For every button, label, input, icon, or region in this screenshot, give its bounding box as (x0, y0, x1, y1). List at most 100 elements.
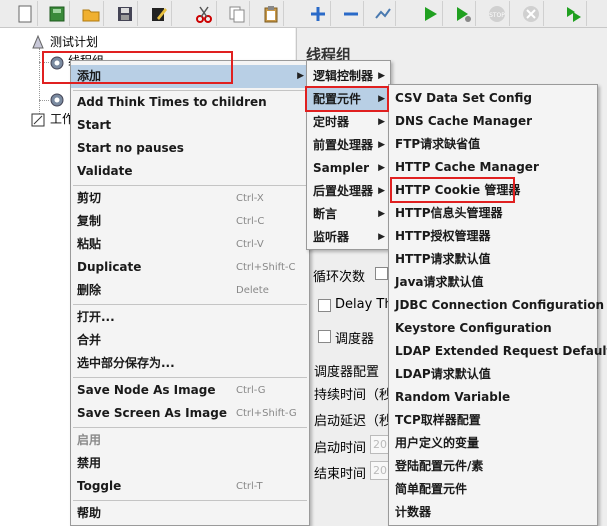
menu-shortcut: Ctrl-C (236, 216, 265, 227)
config-item-dns-cache[interactable]: DNS Cache Manager (389, 110, 597, 133)
menu-item-open[interactable]: 打开... (71, 306, 309, 329)
config-item-user-defined-vars[interactable]: 用户定义的变量 (389, 432, 597, 455)
menu-item-save-node-image[interactable]: Save Node As Image Ctrl-G (71, 379, 309, 402)
submenu-item-pre-processor[interactable]: 前置处理器 ▶ (307, 134, 390, 157)
menu-item-paste[interactable]: 粘贴 Ctrl-V (71, 233, 309, 256)
svg-text:STOP: STOP (489, 12, 505, 19)
submenu-item-post-processor[interactable]: 后置处理器 ▶ (307, 180, 390, 203)
test-plan-icon (32, 34, 44, 49)
menu-item-label: 后置处理器 (313, 184, 374, 198)
chevron-right-icon: ▶ (378, 71, 385, 81)
menu-item-merge[interactable]: 合并 (71, 329, 309, 352)
menu-shortcut: Ctrl-T (236, 481, 263, 492)
config-item-ldap-defaults[interactable]: LDAP请求默认值 (389, 363, 597, 386)
edit-icon[interactable] (146, 1, 172, 26)
menu-item-label: 配置元件 (313, 92, 362, 106)
submenu-item-logic-controller[interactable]: 逻辑控制器 ▶ (307, 65, 390, 88)
config-item-tcp-sampler-config[interactable]: TCP取样器配置 (389, 409, 597, 432)
menu-separator (73, 427, 307, 428)
menu-item-label: Save Screen As Image (77, 406, 227, 420)
menu-separator (73, 304, 307, 305)
config-item-jdbc[interactable]: JDBC Connection Configuration (389, 294, 604, 317)
start-icon[interactable] (417, 1, 443, 26)
submenu-item-sampler[interactable]: Sampler ▶ (307, 157, 390, 180)
copy-icon[interactable] (224, 1, 250, 26)
config-item-ldap-extended[interactable]: LDAP Extended Request Defaults (389, 340, 607, 363)
menu-item-label: 删除 (77, 283, 102, 297)
chevron-right-icon: ▶ (378, 209, 385, 219)
paste-icon[interactable] (258, 1, 284, 26)
submenu-item-listener[interactable]: 监听器 ▶ (307, 226, 390, 249)
collapse-icon[interactable] (338, 1, 364, 26)
menu-item-save-selection[interactable]: 选中部分保存为... (71, 352, 309, 375)
new-icon[interactable] (12, 1, 38, 26)
menu-item-delete[interactable]: 删除 Delete (71, 279, 309, 302)
config-item-login-config[interactable]: 登陆配置元件/素 (389, 455, 597, 478)
remote-start-icon[interactable] (561, 1, 587, 26)
config-item-http-auth[interactable]: HTTP授权管理器 (389, 225, 597, 248)
submenu-item-timer[interactable]: 定时器 ▶ (307, 111, 390, 134)
menu-item-label: 逻辑控制器 (313, 69, 374, 83)
config-item-csv[interactable]: CSV Data Set Config (389, 87, 597, 110)
menu-item-start-no-pauses[interactable]: Start no pauses (71, 137, 309, 160)
config-item-java-defaults[interactable]: Java请求默认值 (389, 271, 597, 294)
toggle-icon[interactable] (370, 1, 396, 26)
start-time-label: 启动时间 (314, 441, 367, 456)
config-item-random-variable[interactable]: Random Variable (389, 386, 597, 409)
context-menu: 添加 ▶ Add Think Times to children Start S… (70, 60, 310, 526)
config-item-counter[interactable]: 计数器 (389, 501, 597, 524)
config-item-http-defaults[interactable]: HTTP请求默认值 (389, 248, 597, 271)
menu-item-label: 监听器 (313, 230, 350, 244)
menu-item-copy[interactable]: 复制 Ctrl-C (71, 210, 309, 233)
stop-icon[interactable]: STOP (484, 1, 510, 26)
menu-shortcut: Ctrl-G (236, 385, 266, 396)
config-item-http-cookie[interactable]: HTTP Cookie 管理器 (389, 179, 597, 202)
menu-item-validate[interactable]: Validate (71, 160, 309, 183)
menu-item-label: 剪切 (77, 191, 102, 205)
tree-connector (39, 100, 49, 101)
config-item-keystore[interactable]: Keystore Configuration (389, 317, 597, 340)
menu-item-duplicate[interactable]: Duplicate Ctrl+Shift-C (71, 256, 309, 279)
cut-icon[interactable] (191, 1, 217, 26)
config-item-ftp-defaults[interactable]: FTP请求缺省值 (389, 133, 597, 156)
chevron-right-icon: ▶ (378, 140, 385, 150)
open-icon[interactable] (78, 1, 104, 26)
end-time-label: 结束时间 (314, 467, 367, 482)
menu-item-label: 添加 (77, 69, 102, 83)
menu-item-cut[interactable]: 剪切 Ctrl-X (71, 187, 309, 210)
workbench-icon (31, 113, 45, 127)
expand-icon[interactable] (305, 1, 331, 26)
delay-thread-checkbox[interactable] (318, 299, 331, 312)
menu-item-disable[interactable]: 禁用 (71, 452, 309, 475)
menu-separator (73, 377, 307, 378)
menu-item-label: Toggle (77, 479, 122, 493)
menu-item-add-think-times[interactable]: Add Think Times to children (71, 91, 309, 114)
menu-item-toggle[interactable]: Toggle Ctrl-T (71, 475, 309, 498)
menu-item-save-screen-image[interactable]: Save Screen As Image Ctrl+Shift-G (71, 402, 309, 425)
config-item-http-cache[interactable]: HTTP Cache Manager (389, 156, 597, 179)
submenu-item-config-element[interactable]: 配置元件 ▶ (307, 88, 390, 111)
scheduler-checkbox[interactable] (318, 330, 331, 343)
menu-item-label: 前置处理器 (313, 138, 374, 152)
menu-item-start[interactable]: Start (71, 114, 309, 137)
scheduler-config-heading: 调度器配置 (314, 365, 380, 380)
chevron-right-icon: ▶ (297, 71, 304, 81)
config-element-submenu: CSV Data Set Config DNS Cache Manager FT… (388, 84, 607, 526)
loop-forever-checkbox[interactable] (375, 267, 388, 280)
config-item-http-header[interactable]: HTTP信息头管理器 (389, 202, 597, 225)
menu-item-add[interactable]: 添加 ▶ (71, 65, 309, 88)
submenu-item-assertion[interactable]: 断言 ▶ (307, 203, 390, 226)
menu-item-label: 复制 (77, 214, 102, 228)
tree-connector (39, 48, 40, 118)
menu-item-help[interactable]: 帮助 (71, 502, 309, 525)
save-icon[interactable] (112, 1, 138, 26)
menu-shortcut: Ctrl-V (236, 239, 264, 250)
menu-shortcut: Ctrl-X (236, 193, 264, 204)
menu-shortcut: Ctrl+Shift-G (236, 408, 297, 419)
tree-item-test-plan[interactable]: 测试计划 (50, 34, 98, 51)
menu-item-enable[interactable]: 启用 (71, 429, 309, 452)
shutdown-icon[interactable] (518, 1, 544, 26)
templates-icon[interactable] (44, 1, 70, 26)
config-item-simple-config[interactable]: 简单配置元件 (389, 478, 597, 501)
start-no-pauses-icon[interactable] (450, 1, 476, 26)
